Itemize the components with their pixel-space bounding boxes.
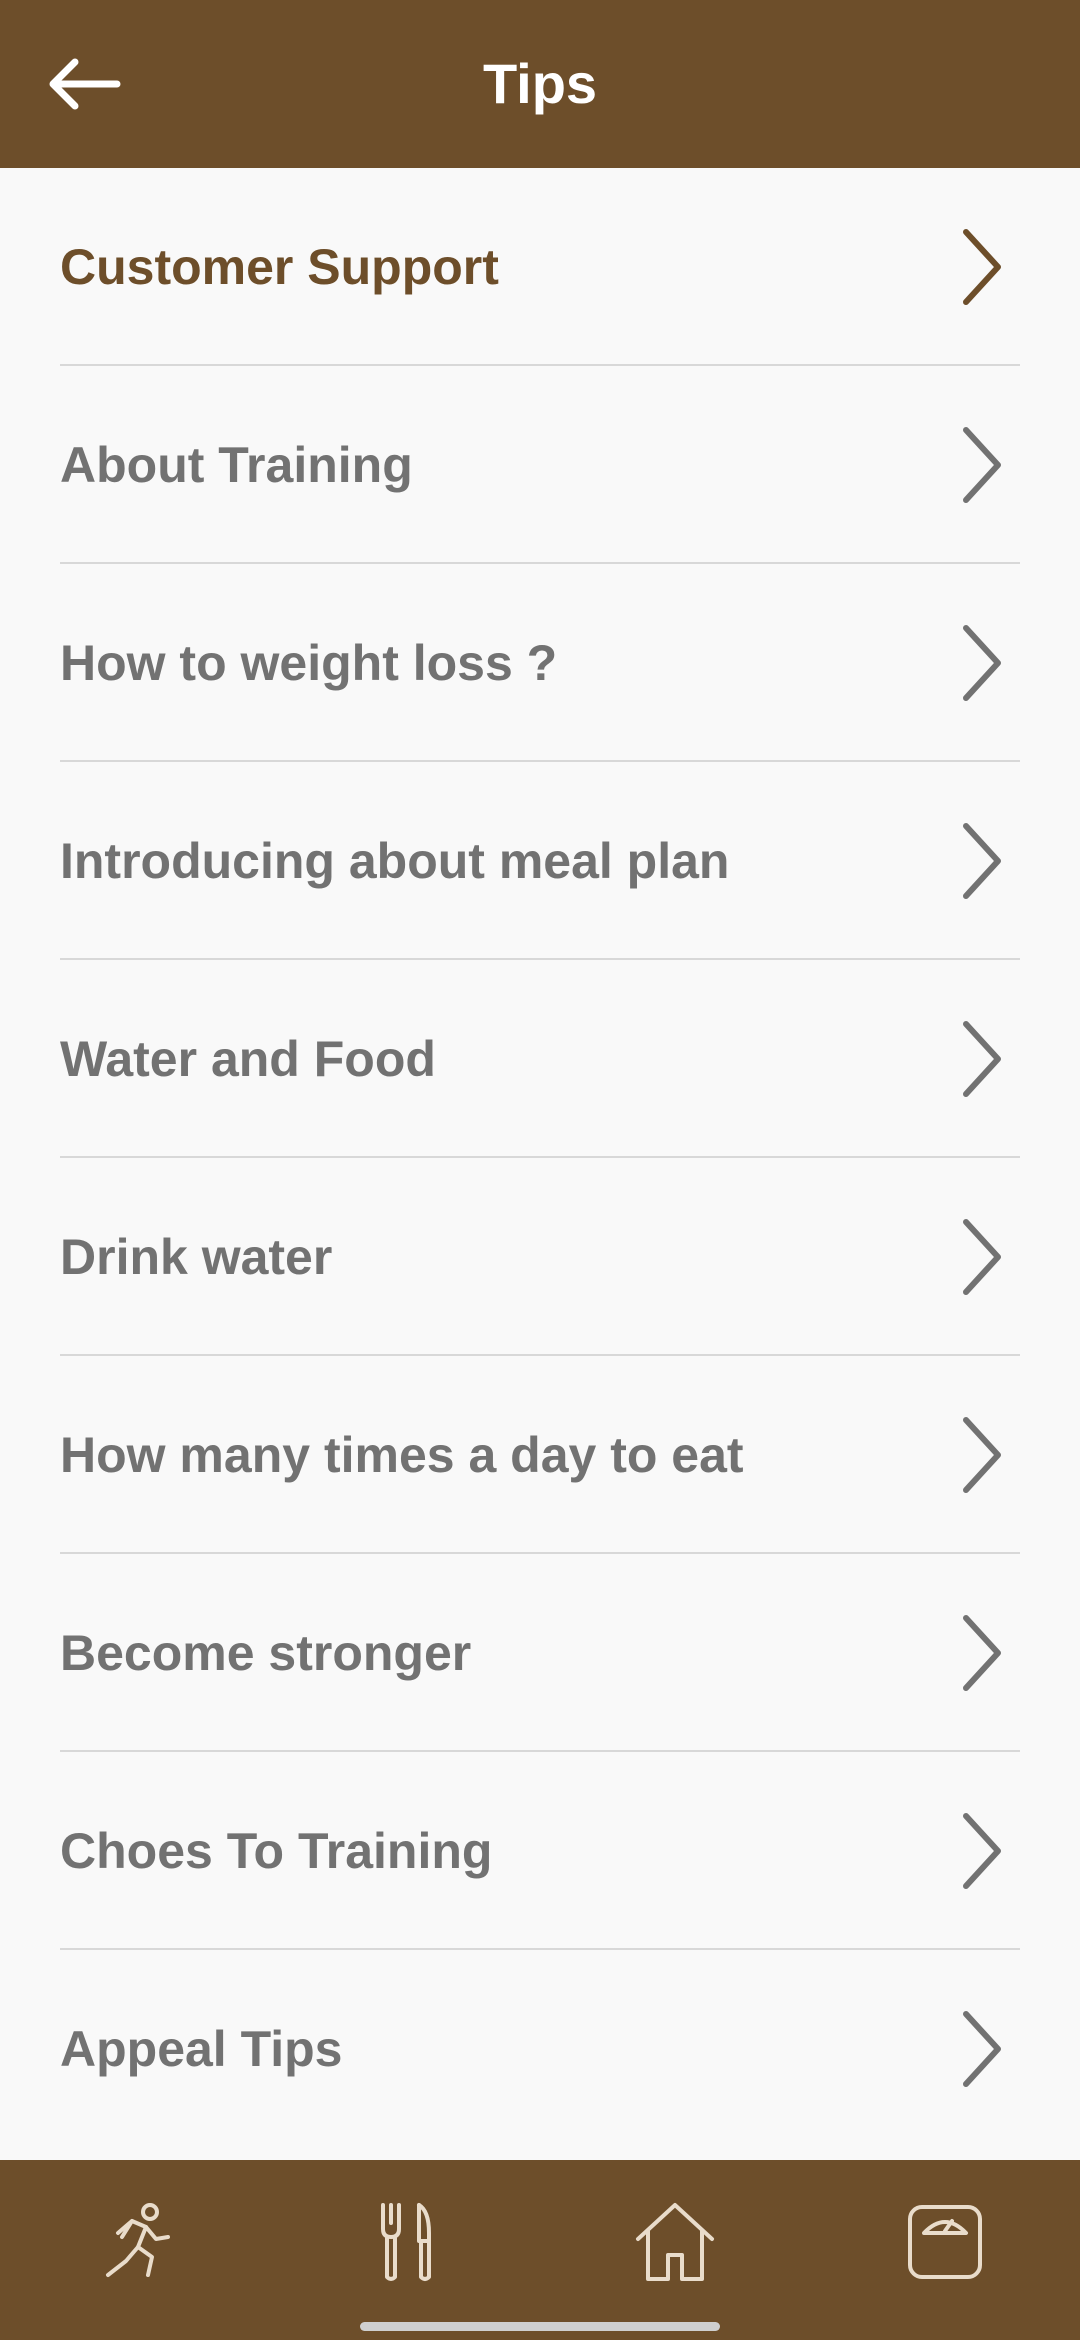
chevron-right-icon	[963, 1219, 1001, 1295]
tip-item-appeal-tips[interactable]: Appeal Tips	[60, 1950, 1020, 2148]
tip-item-label: How to weight loss ?	[60, 635, 558, 691]
tip-item-label: Drink water	[60, 1229, 333, 1285]
tip-item-label: Choes To Training	[60, 1823, 493, 1879]
weight-scale-icon	[908, 2205, 982, 2279]
chevron-right-icon	[963, 1615, 1001, 1691]
home-icon	[636, 2203, 714, 2281]
tip-item-weight-loss[interactable]: How to weight loss ?	[60, 564, 1020, 762]
tips-screen: Tips Customer Support About Training How…	[0, 0, 1080, 2340]
tip-item-label: How many times a day to eat	[60, 1427, 744, 1483]
nav-weight-button[interactable]	[885, 2184, 1005, 2300]
nav-training-button[interactable]	[75, 2184, 195, 2300]
tip-item-label: Appeal Tips	[60, 2021, 343, 2077]
back-button[interactable]	[28, 40, 138, 128]
tip-item-about-training[interactable]: About Training	[60, 366, 1020, 564]
tip-item-label: Become stronger	[60, 1625, 472, 1681]
tip-item-drink-water[interactable]: Drink water	[60, 1158, 1020, 1356]
tip-item-water-and-food[interactable]: Water and Food	[60, 960, 1020, 1158]
chevron-right-icon	[963, 2011, 1001, 2087]
bottom-navigation	[0, 2160, 1080, 2340]
tip-item-customer-support[interactable]: Customer Support	[60, 168, 1020, 366]
chevron-right-icon	[963, 1021, 1001, 1097]
chevron-right-icon	[963, 823, 1001, 899]
running-person-icon	[106, 2203, 170, 2277]
tip-item-label: About Training	[60, 437, 413, 493]
tip-item-label: Introducing about meal plan	[60, 833, 730, 889]
gesture-home-indicator[interactable]	[360, 2322, 720, 2331]
tips-list: Customer Support About Training How to w…	[0, 168, 1080, 2160]
tip-item-label: Customer Support	[60, 239, 499, 295]
tip-item-meal-plan[interactable]: Introducing about meal plan	[60, 762, 1020, 960]
page-title: Tips	[482, 52, 598, 115]
chevron-right-icon	[963, 1417, 1001, 1493]
nav-home-button[interactable]	[615, 2184, 735, 2300]
tip-item-choes-to-training[interactable]: Choes To Training	[60, 1752, 1020, 1950]
chevron-right-icon	[963, 427, 1001, 503]
fork-knife-icon	[381, 2203, 431, 2281]
nav-meals-button[interactable]	[344, 2184, 464, 2300]
chevron-right-icon	[963, 1813, 1001, 1889]
arrow-left-icon	[49, 58, 121, 110]
chevron-right-icon	[963, 229, 1001, 305]
tip-item-label: Water and Food	[60, 1031, 436, 1087]
tip-item-times-a-day[interactable]: How many times a day to eat	[60, 1356, 1020, 1554]
tip-item-become-stronger[interactable]: Become stronger	[60, 1554, 1020, 1752]
chevron-right-icon	[963, 625, 1001, 701]
top-app-bar: Tips	[0, 0, 1080, 168]
